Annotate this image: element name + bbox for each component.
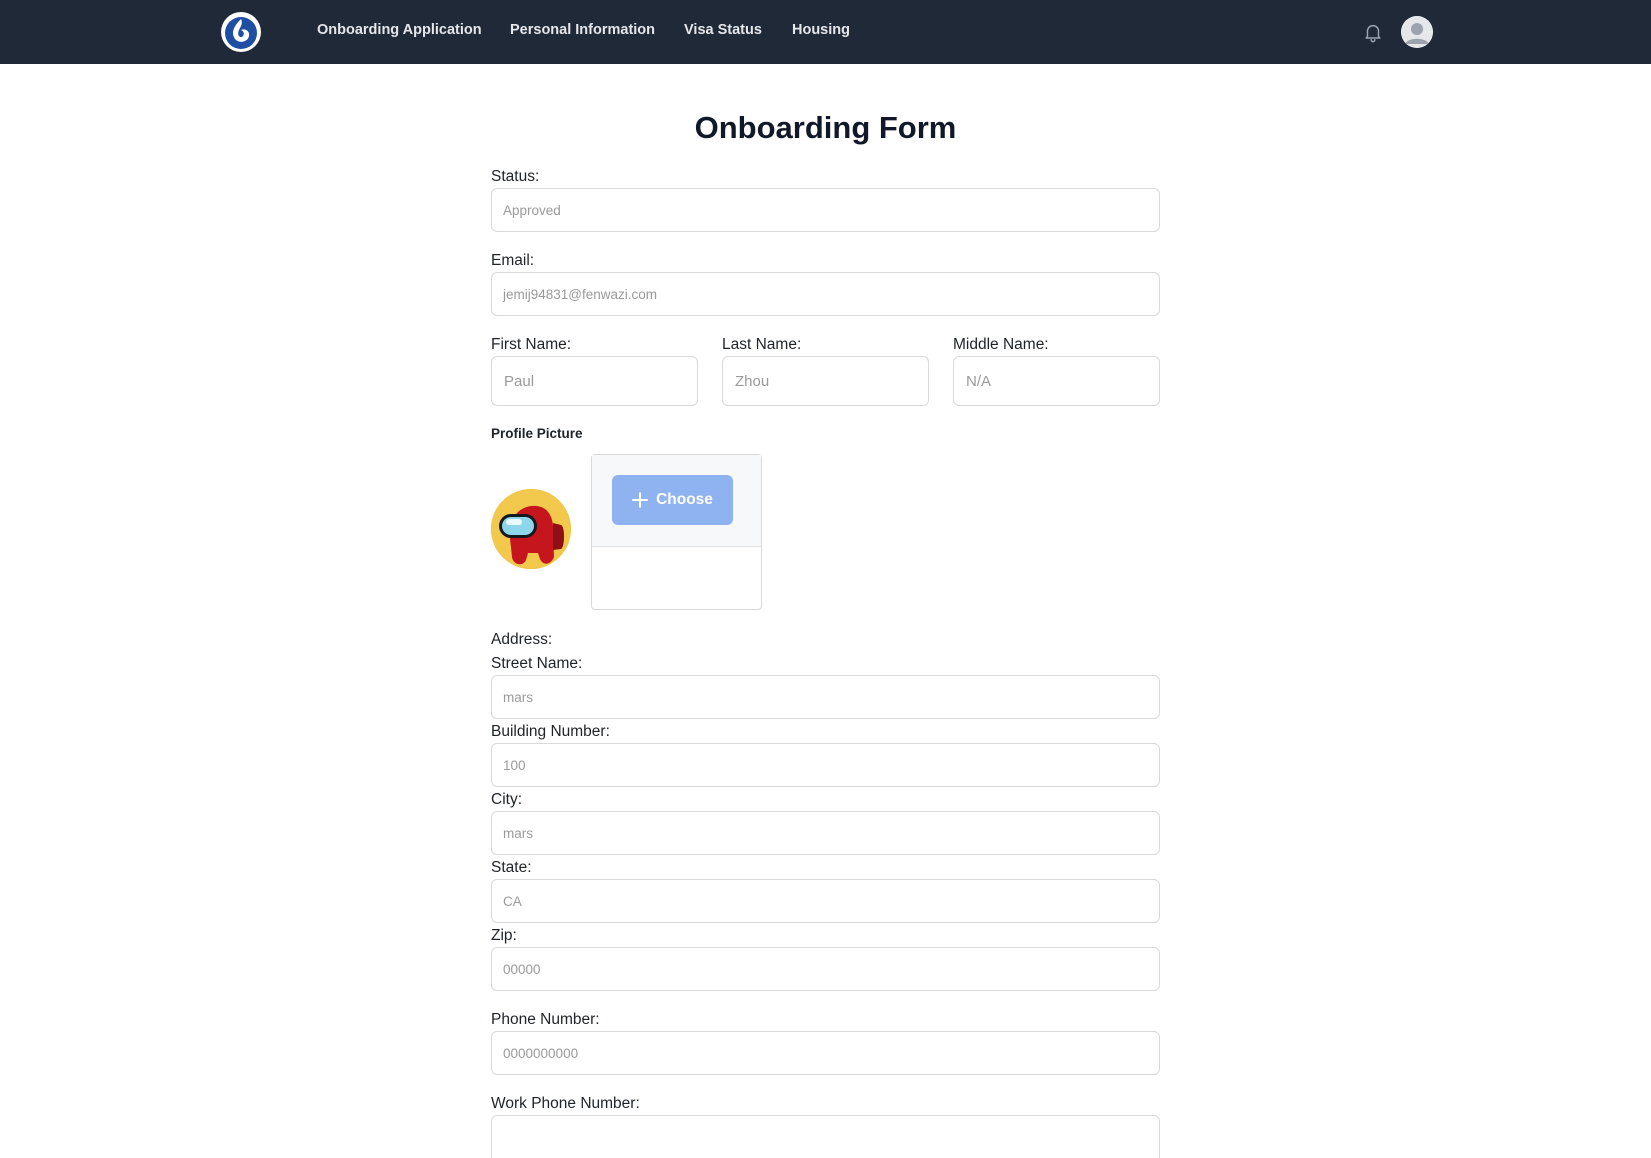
nav-visa-status[interactable]: Visa Status [684, 22, 762, 38]
street-label: Street Name: [491, 655, 583, 672]
work-phone-label: Work Phone Number: [491, 1095, 640, 1112]
address-label: Address: [491, 631, 553, 648]
status-value: Approved [503, 202, 561, 218]
upload-toolbar: Choose [592, 455, 761, 547]
building-field[interactable]: 100 [491, 743, 1160, 787]
work-phone-field[interactable] [491, 1115, 1160, 1158]
zip-label: Zip: [491, 927, 517, 944]
email-field[interactable]: jemij94831@fenwazi.com [491, 272, 1160, 316]
phone-label: Phone Number: [491, 1011, 600, 1028]
choose-button[interactable]: Choose [612, 475, 733, 525]
last-name-field[interactable]: Zhou [722, 356, 929, 406]
status-field[interactable]: Approved [491, 188, 1160, 232]
phone-value: 0000000000 [503, 1045, 579, 1061]
bell-icon[interactable] [1362, 21, 1384, 43]
state-value: CA [503, 893, 522, 909]
building-value: 100 [503, 757, 526, 773]
first-name-field[interactable]: Paul [491, 356, 698, 406]
last-name-label: Last Name: [722, 336, 802, 353]
choose-button-label: Choose [656, 491, 713, 508]
phone-field[interactable]: 0000000000 [491, 1031, 1160, 1075]
plus-icon [632, 492, 649, 508]
nav-housing[interactable]: Housing [792, 22, 850, 38]
status-label: Status: [491, 168, 540, 185]
page-title: Onboarding Form [694, 110, 957, 145]
middle-name-field[interactable]: N/A [953, 356, 1160, 406]
city-label: City: [491, 791, 522, 808]
last-name-value: Zhou [735, 372, 770, 390]
user-avatar-icon[interactable] [1401, 16, 1433, 48]
email-label: Email: [491, 252, 535, 269]
first-name-label: First Name: [491, 336, 572, 353]
city-field[interactable]: mars [491, 811, 1160, 855]
nav-onboarding-application[interactable]: Onboarding Application [317, 22, 482, 38]
middle-name-label: Middle Name: [953, 336, 1049, 353]
state-label: State: [491, 859, 532, 876]
zip-field[interactable]: 00000 [491, 947, 1160, 991]
middle-name-value: N/A [966, 372, 992, 390]
state-field[interactable]: CA [491, 879, 1160, 923]
street-value: mars [503, 689, 533, 705]
profile-picture-label: Profile Picture [491, 426, 583, 441]
building-label: Building Number: [491, 723, 610, 740]
email-value: jemij94831@fenwazi.com [503, 286, 658, 302]
top-navbar: Onboarding Application Personal Informat… [0, 0, 1651, 64]
nav-personal-information[interactable]: Personal Information [510, 22, 655, 38]
street-field[interactable]: mars [491, 675, 1160, 719]
first-name-value: Paul [504, 372, 535, 390]
profile-picture-uploader: Choose [591, 454, 762, 610]
zip-value: 00000 [503, 961, 541, 977]
profile-picture-image [491, 489, 571, 569]
city-value: mars [503, 825, 533, 841]
company-logo-icon[interactable] [220, 11, 262, 53]
